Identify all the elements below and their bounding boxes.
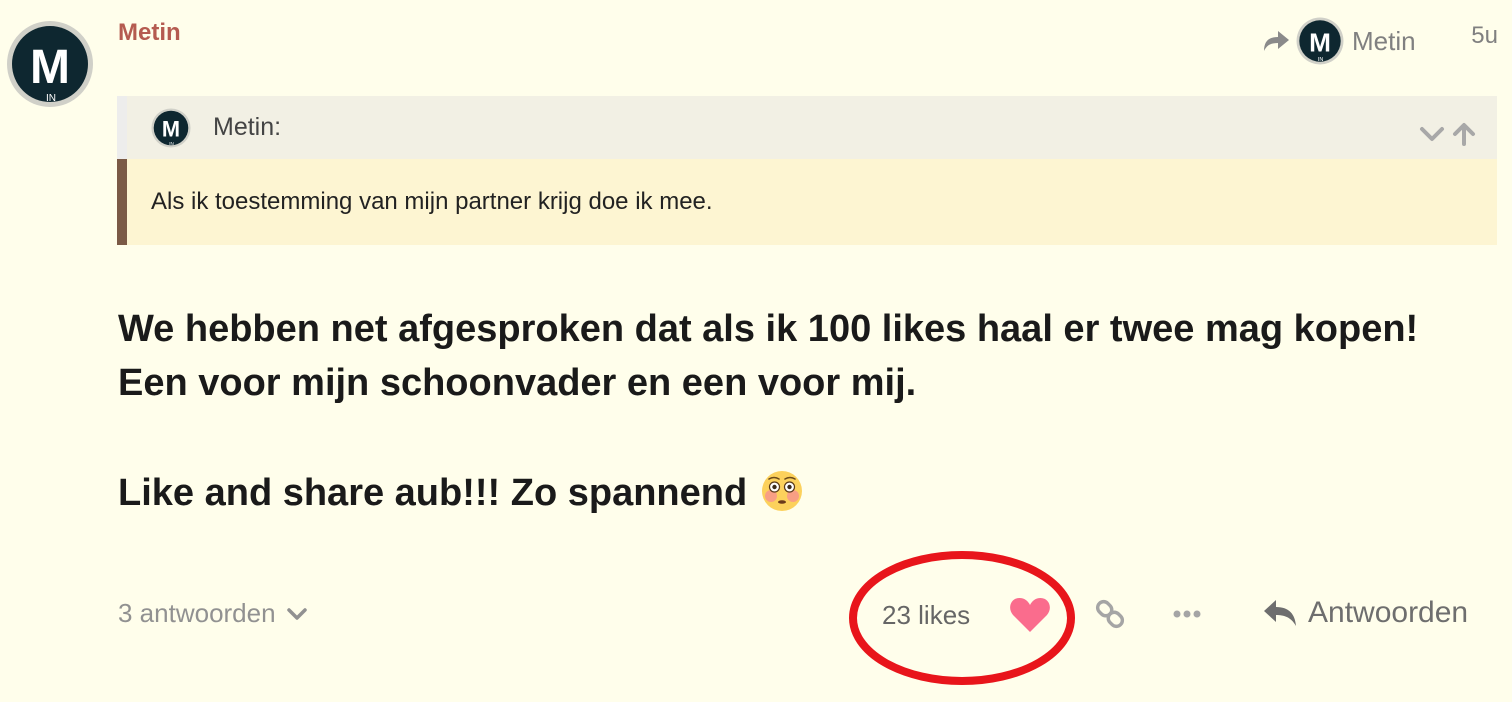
avatar-sub: IN — [1318, 57, 1324, 63]
avatar-letter: M — [30, 41, 70, 94]
author-avatar[interactable]: M IN — [6, 20, 94, 108]
link-icon[interactable] — [1092, 597, 1128, 631]
post-paragraph-2: Like and share aub!!! Zo spannend — [118, 466, 1488, 520]
post-paragraph-text: Like and share aub!!! Zo spannend — [118, 472, 748, 514]
arrow-up-icon[interactable] — [1451, 122, 1477, 146]
quote-author: Metin: — [213, 113, 282, 141]
quote-controls — [1419, 122, 1477, 146]
replies-count: 3 antwoorden — [118, 598, 276, 628]
reply-button[interactable]: Antwoorden — [1262, 596, 1468, 630]
flushed-face-emoji — [761, 471, 802, 511]
replies-toggle[interactable]: 3 antwoorden — [118, 598, 308, 629]
chevron-down-icon — [286, 607, 307, 620]
likes-count[interactable]: 23 likes — [882, 600, 970, 631]
avatar-letter: M — [1309, 27, 1331, 57]
reply-to-indicator[interactable]: M IN Metin — [1262, 16, 1416, 66]
quote-block: M IN Metin: Als ik toestemming van mijn … — [117, 96, 1497, 245]
post-body: We hebben net afgesproken dat als ik 100… — [118, 302, 1488, 520]
post-paragraph: We hebben net afgesproken dat als ik 100… — [118, 308, 1419, 404]
post-age[interactable]: 5u — [1471, 22, 1498, 50]
reply-to-avatar: M IN — [1296, 17, 1344, 65]
author-username[interactable]: Metin — [118, 19, 181, 47]
ellipsis-icon[interactable] — [1172, 607, 1202, 621]
avatar-letter: M — [162, 116, 180, 141]
reply-button-label: Antwoorden — [1308, 596, 1469, 629]
avatar-sub: IN — [169, 140, 174, 145]
share-arrow-icon — [1264, 31, 1289, 51]
reply-to-name: Metin — [1352, 25, 1416, 56]
quote-text: Als ik toestemming van mijn partner krij… — [117, 159, 1497, 245]
reply-arrow-icon — [1264, 600, 1296, 626]
heart-icon[interactable] — [1008, 596, 1052, 634]
quote-author-avatar: M IN — [151, 107, 191, 148]
avatar-sub: IN — [46, 93, 56, 104]
quote-title: M IN Metin: — [117, 96, 1497, 159]
chevron-down-icon[interactable] — [1419, 122, 1445, 146]
